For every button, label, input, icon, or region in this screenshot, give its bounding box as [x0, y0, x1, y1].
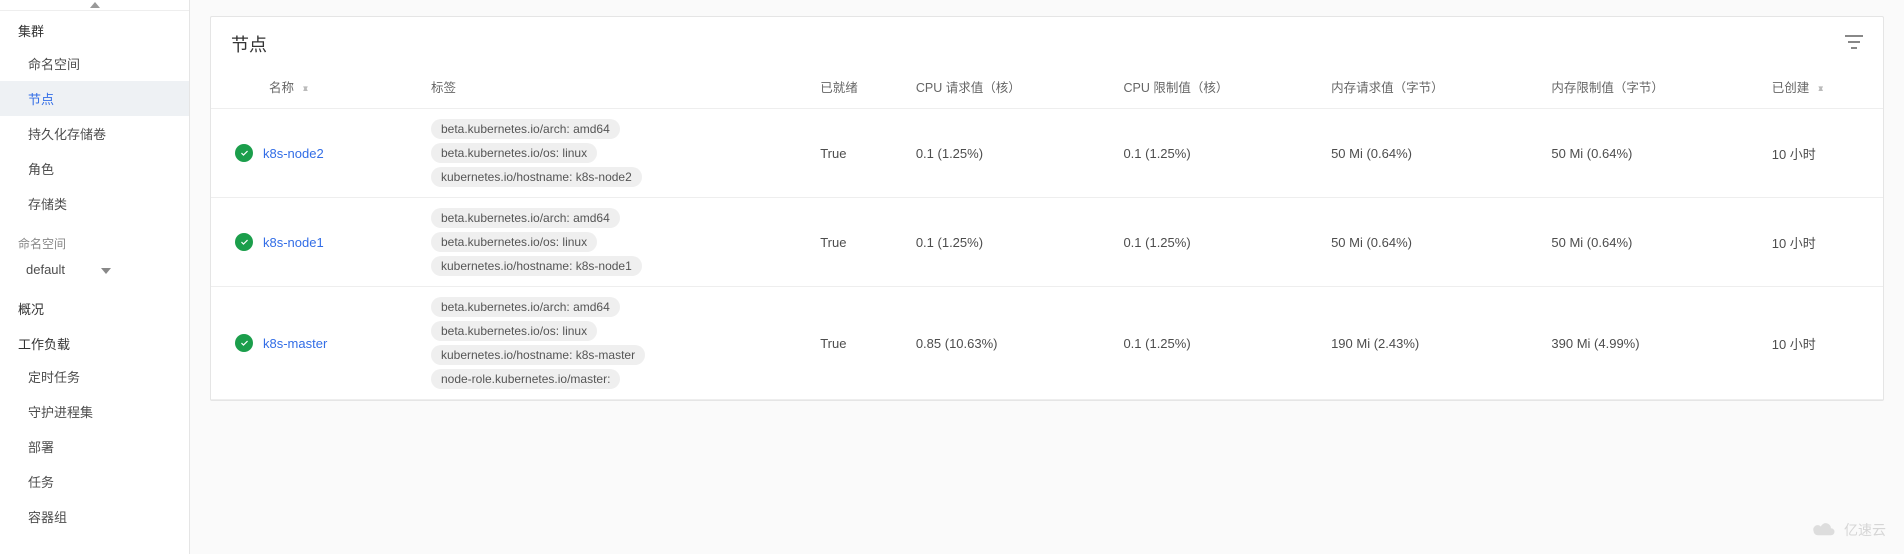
label-list: beta.kubernetes.io/arch: amd64 beta.kuber…	[431, 208, 800, 276]
nodes-table: 名称 ▲▼ 标签 已就绪 CPU 请求值（核） CPU 限制值（核） 内存请求值…	[211, 67, 1883, 400]
card-title: 节点	[231, 31, 267, 57]
cell-ready: True	[810, 287, 906, 400]
label-tag: node-role.kubernetes.io/master:	[431, 369, 620, 389]
status-ok-icon	[235, 334, 253, 352]
col-cpu-req: CPU 请求值（核）	[906, 67, 1114, 109]
col-created[interactable]: 已创建 ▲▼	[1762, 67, 1883, 109]
label-tag: beta.kubernetes.io/arch: amd64	[431, 208, 620, 228]
cell-cpu-lim: 0.1 (1.25%)	[1113, 109, 1321, 198]
cell-cpu-req: 0.85 (10.63%)	[906, 287, 1114, 400]
sidebar-item[interactable]: 持久化存储卷	[0, 116, 189, 151]
label-tag: beta.kubernetes.io/arch: amd64	[431, 119, 620, 139]
sidebar-item[interactable]: 定时任务	[0, 359, 189, 394]
sidebar-item[interactable]: 节点	[0, 81, 189, 116]
namespace-value: default	[26, 262, 65, 277]
col-ready: 已就绪	[810, 67, 906, 109]
chevron-down-icon	[101, 262, 111, 277]
table-row: k8s-master beta.kubernetes.io/arch: amd64…	[211, 287, 1883, 400]
sidebar-item[interactable]: 存储类	[0, 186, 189, 221]
sidebar-item[interactable]: 容器组	[0, 499, 189, 534]
sidebar-item[interactable]: 部署	[0, 429, 189, 464]
sidebar-section-workload[interactable]: 工作负载	[0, 324, 189, 359]
cell-cpu-lim: 0.1 (1.25%)	[1113, 198, 1321, 287]
status-ok-icon	[235, 144, 253, 162]
cell-mem-lim: 390 Mi (4.99%)	[1541, 287, 1761, 400]
label-list: beta.kubernetes.io/arch: amd64 beta.kuber…	[431, 297, 800, 389]
cell-cpu-req: 0.1 (1.25%)	[906, 198, 1114, 287]
label-tag: kubernetes.io/hostname: k8s-node2	[431, 167, 642, 187]
col-cpu-lim: CPU 限制值（核）	[1113, 67, 1321, 109]
node-link[interactable]: k8s-master	[263, 336, 327, 351]
sidebar-item[interactable]: 角色	[0, 151, 189, 186]
cell-cpu-req: 0.1 (1.25%)	[906, 109, 1114, 198]
label-tag: kubernetes.io/hostname: k8s-master	[431, 345, 645, 365]
cell-created: 10 小时	[1762, 198, 1883, 287]
cell-mem-req: 190 Mi (2.43%)	[1321, 287, 1541, 400]
label-list: beta.kubernetes.io/arch: amd64 beta.kuber…	[431, 119, 800, 187]
status-ok-icon	[235, 233, 253, 251]
sidebar: 集群 命名空间节点持久化存储卷角色存储类 命名空间 default 概况 工作负…	[0, 0, 190, 554]
node-link[interactable]: k8s-node1	[263, 235, 324, 250]
scroll-up-icon[interactable]	[0, 0, 189, 11]
label-tag: beta.kubernetes.io/arch: amd64	[431, 297, 620, 317]
sidebar-item[interactable]: 守护进程集	[0, 394, 189, 429]
cloud-icon	[1810, 521, 1838, 539]
cell-mem-req: 50 Mi (0.64%)	[1321, 109, 1541, 198]
sidebar-section-cluster[interactable]: 集群	[0, 11, 189, 46]
sidebar-item[interactable]: 命名空间	[0, 46, 189, 81]
card-header: 节点	[211, 17, 1883, 67]
label-tag: beta.kubernetes.io/os: linux	[431, 321, 597, 341]
col-mem-lim: 内存限制值（字节）	[1541, 67, 1761, 109]
cell-mem-req: 50 Mi (0.64%)	[1321, 198, 1541, 287]
cell-created: 10 小时	[1762, 287, 1883, 400]
label-tag: kubernetes.io/hostname: k8s-node1	[431, 256, 642, 276]
main-content: 节点 名称 ▲▼ 标签 已就绪 CPU 请求值（核） CPU 限制值（核） 内存…	[190, 0, 1904, 554]
cell-ready: True	[810, 109, 906, 198]
cell-mem-lim: 50 Mi (0.64%)	[1541, 198, 1761, 287]
table-row: k8s-node1beta.kubernetes.io/arch: amd64b…	[211, 198, 1883, 287]
col-labels: 标签	[421, 67, 810, 109]
sidebar-item[interactable]: 任务	[0, 464, 189, 499]
watermark: 亿速云	[1810, 520, 1886, 540]
filter-icon[interactable]	[1845, 35, 1863, 54]
table-row: k8s-node2beta.kubernetes.io/arch: amd64b…	[211, 109, 1883, 198]
namespace-selector[interactable]: default	[0, 256, 189, 289]
label-tag: beta.kubernetes.io/os: linux	[431, 143, 597, 163]
namespace-label: 命名空间	[0, 221, 189, 256]
cell-mem-lim: 50 Mi (0.64%)	[1541, 109, 1761, 198]
sidebar-overview[interactable]: 概况	[0, 289, 189, 324]
nodes-card: 节点 名称 ▲▼ 标签 已就绪 CPU 请求值（核） CPU 限制值（核） 内存…	[210, 16, 1884, 401]
cell-ready: True	[810, 198, 906, 287]
col-name[interactable]: 名称 ▲▼	[211, 67, 421, 109]
node-link[interactable]: k8s-node2	[263, 146, 324, 161]
label-tag: beta.kubernetes.io/os: linux	[431, 232, 597, 252]
cell-created: 10 小时	[1762, 109, 1883, 198]
cell-cpu-lim: 0.1 (1.25%)	[1113, 287, 1321, 400]
col-mem-req: 内存请求值（字节）	[1321, 67, 1541, 109]
